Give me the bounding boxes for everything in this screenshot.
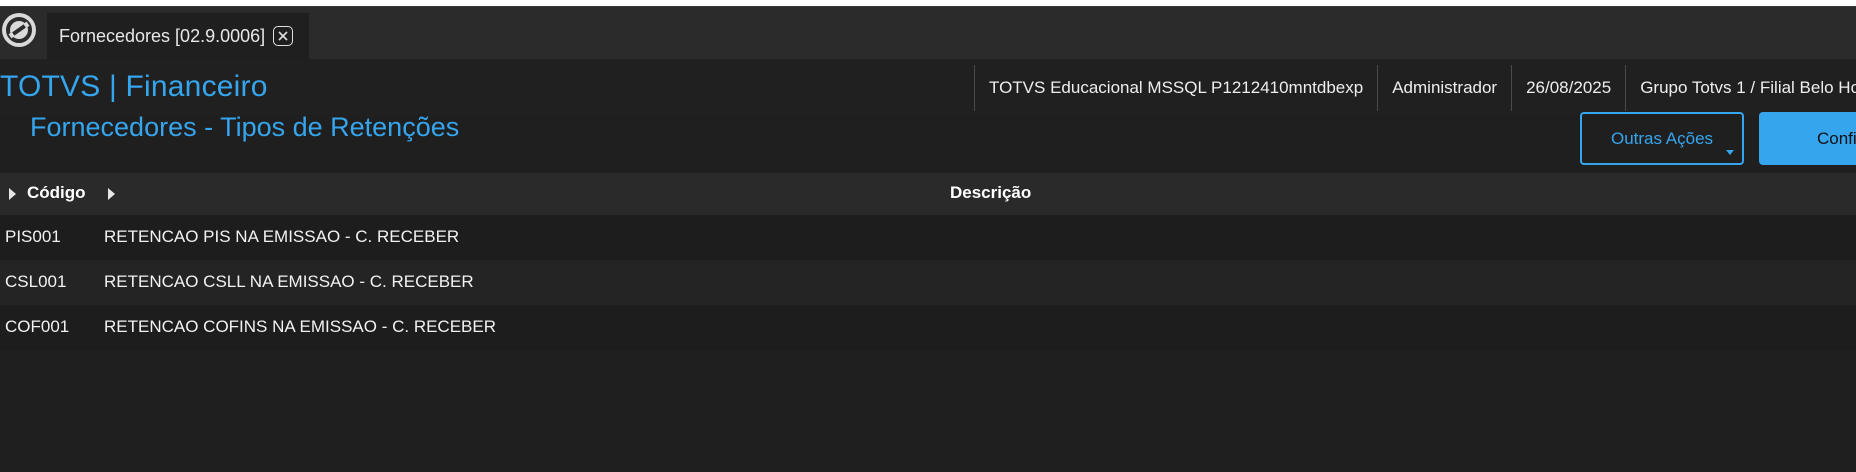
branch-info[interactable]: Grupo Totvs 1 / Filial Belo Hor (1625, 65, 1856, 111)
column-header-codigo[interactable]: Código (27, 183, 86, 203)
tab-fornecedores[interactable]: Fornecedores [02.9.0006] (47, 13, 309, 59)
chevron-down-icon (1726, 150, 1734, 155)
close-icon[interactable] (273, 26, 294, 46)
triangle-right-icon[interactable] (108, 188, 115, 200)
page-title: Fornecedores - Tipos de Retenções (30, 112, 460, 142)
date-info[interactable]: 26/08/2025 (1511, 65, 1625, 111)
table-row[interactable]: COF001 RETENCAO COFINS NA EMISSAO - C. R… (0, 305, 1856, 350)
cell-codigo: PIS001 (5, 227, 61, 246)
triangle-right-icon[interactable] (9, 188, 16, 200)
other-actions-button[interactable]: Outras Ações (1580, 112, 1744, 165)
confirm-label: Confirmar (1817, 128, 1856, 148)
environment-info[interactable]: TOTVS Educacional MSSQL P1212410mntdbexp (974, 65, 1377, 111)
user-info[interactable]: Administrador (1377, 65, 1511, 111)
session-info: TOTVS Educacional MSSQL P1212410mntdbexp… (974, 65, 1856, 111)
tab-label: Fornecedores [02.9.0006] (59, 25, 266, 46)
totvs-logo-icon[interactable] (2, 13, 36, 47)
app-window: Fornecedores [02.9.0006] TOTVS | Finance… (0, 6, 1856, 472)
table-row[interactable]: PIS001 RETENCAO PIS NA EMISSAO - C. RECE… (0, 215, 1856, 260)
app-header: TOTVS | Financeiro TOTVS Educacional MSS… (0, 59, 1856, 115)
cell-descricao: RETENCAO PIS NA EMISSAO - C. RECEBER (104, 227, 460, 246)
other-actions-label: Outras Ações (1610, 128, 1714, 148)
tab-bar: Fornecedores [02.9.0006] (0, 7, 1856, 59)
table-row[interactable]: CSL001 RETENCAO CSLL NA EMISSAO - C. REC… (0, 260, 1856, 305)
confirm-button[interactable]: Confirmar (1759, 112, 1856, 165)
cell-descricao: RETENCAO CSLL NA EMISSAO - C. RECEBER (104, 272, 474, 291)
grid-body: PIS001 RETENCAO PIS NA EMISSAO - C. RECE… (0, 215, 1856, 350)
cell-descricao: RETENCAO COFINS NA EMISSAO - C. RECEBER (104, 317, 497, 336)
cell-codigo: COF001 (5, 317, 70, 336)
cell-codigo: CSL001 (5, 272, 67, 291)
app-title: TOTVS | Financeiro (0, 70, 268, 103)
grid-header: Código Descrição (0, 173, 1856, 215)
column-header-descricao[interactable]: Descrição (950, 183, 1031, 203)
